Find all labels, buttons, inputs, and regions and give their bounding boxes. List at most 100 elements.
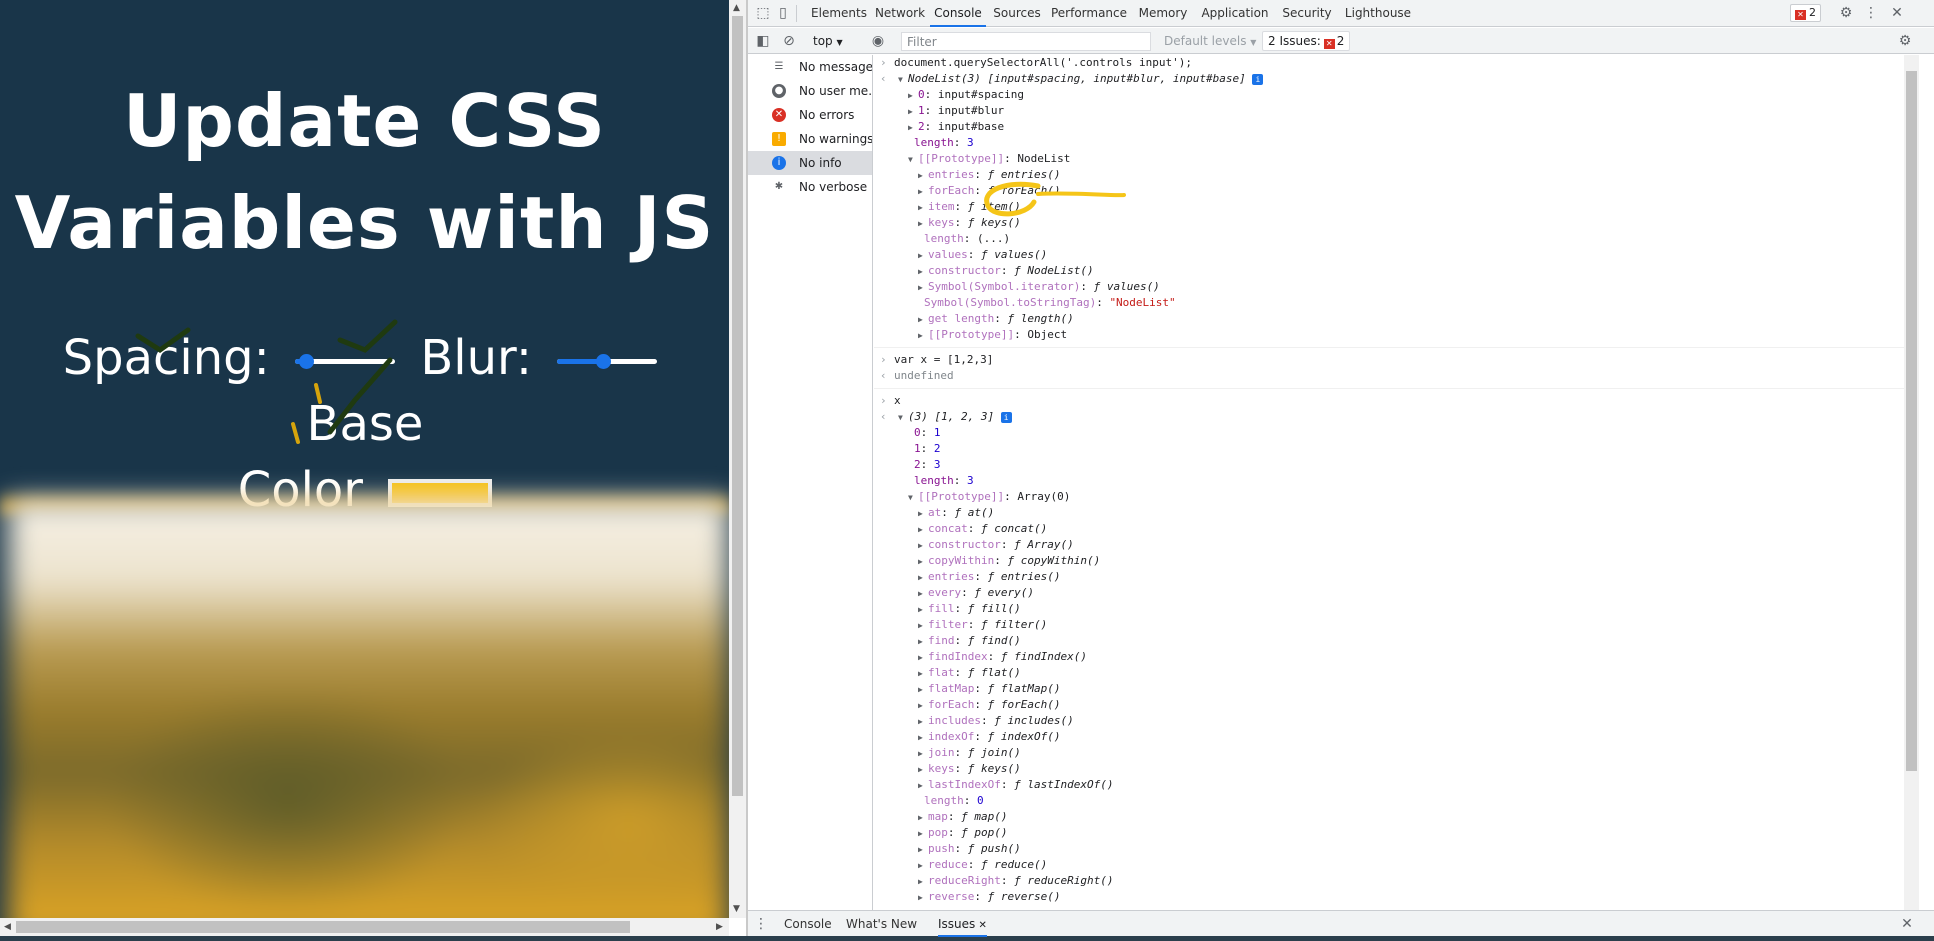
collapsed-triangle-icon[interactable]: ▶: [918, 634, 928, 650]
expanded-triangle-icon[interactable]: ▼: [898, 72, 908, 88]
collapsed-triangle-icon[interactable]: ▶: [918, 826, 928, 842]
collapsed-triangle-icon[interactable]: ▶: [908, 104, 918, 120]
expanded-triangle-icon[interactable]: ▼: [908, 490, 918, 506]
collapsed-triangle-icon[interactable]: ▶: [918, 280, 928, 296]
slider-thumb[interactable]: [299, 354, 315, 369]
collapsed-triangle-icon[interactable]: ▶: [918, 858, 928, 874]
close-drawer-icon[interactable]: ✕: [1898, 915, 1916, 933]
tab-elements[interactable]: Elements: [808, 0, 870, 27]
live-expression-eye-icon[interactable]: ◉: [869, 32, 887, 50]
function-value: entries(): [1000, 570, 1061, 583]
sidebar-item-error[interactable]: ✕ No errors: [748, 103, 872, 127]
drawer-tab-whatsnew[interactable]: What's New: [846, 911, 917, 937]
collapsed-triangle-icon[interactable]: ▶: [918, 730, 928, 746]
collapsed-triangle-icon[interactable]: ▶: [918, 746, 928, 762]
page-horizontal-scrollbar[interactable]: ◀ ▶: [0, 918, 729, 936]
clear-console-icon[interactable]: ⊘: [780, 32, 798, 50]
tab-lighthouse[interactable]: Lighthouse: [1340, 0, 1416, 27]
drawer-tab-console[interactable]: Console: [784, 911, 832, 937]
sidebar-item-bug[interactable]: ✱ No verbose: [748, 175, 872, 199]
scroll-right-arrow-icon[interactable]: ▶: [716, 922, 723, 932]
scroll-left-arrow-icon[interactable]: ◀: [4, 922, 11, 932]
collapsed-triangle-icon[interactable]: ▶: [918, 586, 928, 602]
blur-slider[interactable]: [557, 351, 658, 371]
tab-memory[interactable]: Memory: [1134, 0, 1192, 27]
sidebar-item-info[interactable]: i No info: [748, 151, 872, 175]
slider-thumb[interactable]: [595, 354, 611, 369]
settings-gear-icon[interactable]: ⚙: [1837, 4, 1855, 22]
collapsed-triangle-icon[interactable]: ▶: [918, 714, 928, 730]
collapsed-triangle-icon[interactable]: ▶: [918, 762, 928, 778]
collapsed-triangle-icon[interactable]: ▶: [918, 602, 928, 618]
sidebar-toggle-icon[interactable]: ◧: [754, 32, 772, 50]
close-tab-icon[interactable]: ✕: [975, 920, 986, 931]
collapsed-triangle-icon[interactable]: ▶: [918, 842, 928, 858]
tab-performance[interactable]: Performance: [1048, 0, 1130, 27]
collapsed-triangle-icon[interactable]: ▶: [918, 698, 928, 714]
collapsed-triangle-icon[interactable]: ▶: [918, 506, 928, 522]
spacing-slider[interactable]: [295, 351, 396, 371]
collapsed-triangle-icon[interactable]: ▶: [918, 682, 928, 698]
tab-sources[interactable]: Sources: [990, 0, 1044, 27]
collapsed-triangle-icon[interactable]: ▶: [918, 618, 928, 634]
device-toolbar-icon[interactable]: ▯: [774, 4, 792, 22]
scrollbar-thumb[interactable]: [1906, 71, 1917, 771]
page-vertical-scrollbar[interactable]: ▲ ▼: [729, 0, 746, 918]
prop-key: map: [928, 810, 948, 823]
expanded-triangle-icon[interactable]: ▼: [898, 410, 908, 426]
filter-input[interactable]: [901, 32, 1151, 51]
collapsed-triangle-icon[interactable]: ▶: [918, 248, 928, 264]
tab-console[interactable]: Console: [930, 0, 986, 27]
scroll-down-arrow-icon[interactable]: ▼: [733, 904, 740, 914]
collapsed-triangle-icon[interactable]: ▶: [918, 890, 928, 906]
close-devtools-icon[interactable]: ✕: [1888, 4, 1906, 22]
drawer-tab-issues[interactable]: Issues ✕: [938, 911, 987, 937]
tab-security[interactable]: Security: [1278, 0, 1336, 27]
function-value: concat(): [994, 522, 1048, 535]
sidebar-item-user[interactable]: ● No user me...: [748, 79, 872, 103]
drawer-menu-icon[interactable]: ⋮: [752, 915, 770, 933]
log-levels-dropdown[interactable]: Default levels ▼: [1164, 32, 1256, 50]
console-settings-gear-icon[interactable]: ⚙: [1896, 32, 1914, 50]
scrollbar-thumb[interactable]: [732, 16, 743, 796]
collapsed-triangle-icon[interactable]: ▶: [908, 120, 918, 136]
error-count-badge[interactable]: ✕ 2: [1790, 4, 1821, 22]
colon: :: [994, 312, 1008, 325]
scrollbar-thumb[interactable]: [16, 921, 630, 933]
error-icon: ✕: [772, 108, 786, 122]
collapsed-triangle-icon[interactable]: ▶: [918, 522, 928, 538]
collapsed-triangle-icon[interactable]: ▶: [918, 168, 928, 184]
collapsed-triangle-icon[interactable]: ▶: [908, 88, 918, 104]
collapsed-triangle-icon[interactable]: ▶: [918, 538, 928, 554]
context-selector[interactable]: top ▼: [813, 32, 843, 50]
expanded-triangle-icon[interactable]: ▼: [908, 152, 918, 168]
more-options-icon[interactable]: ⋮: [1862, 4, 1880, 22]
colon: :: [974, 730, 988, 743]
issues-button[interactable]: 2 Issues: ✕ 2: [1262, 31, 1351, 51]
collapsed-triangle-icon[interactable]: ▶: [918, 874, 928, 890]
collapsed-triangle-icon[interactable]: ▶: [918, 650, 928, 666]
collapsed-triangle-icon[interactable]: ▶: [918, 328, 928, 344]
collapsed-triangle-icon[interactable]: ▶: [918, 264, 928, 280]
prop-key: [[Prototype]]: [918, 490, 1005, 503]
collapsed-triangle-icon[interactable]: ▶: [918, 778, 928, 794]
console-scrollbar[interactable]: [1904, 55, 1919, 910]
colon: :: [1004, 152, 1018, 165]
collapsed-triangle-icon[interactable]: ▶: [918, 810, 928, 826]
collapsed-triangle-icon[interactable]: ▶: [918, 666, 928, 682]
tab-network[interactable]: Network: [874, 0, 926, 27]
collapsed-triangle-icon[interactable]: ▶: [918, 554, 928, 570]
collapsed-triangle-icon[interactable]: ▶: [918, 184, 928, 200]
tab-application[interactable]: Application: [1196, 0, 1274, 27]
collapsed-triangle-icon[interactable]: ▶: [918, 200, 928, 216]
sidebar-item-label: No verbose: [799, 180, 868, 194]
inspect-element-icon[interactable]: ⬚: [754, 4, 772, 22]
collapsed-triangle-icon[interactable]: ▶: [918, 312, 928, 328]
sidebar-item-warning[interactable]: ! No warnings: [748, 127, 872, 151]
collapsed-triangle-icon[interactable]: ▶: [918, 570, 928, 586]
sidebar-item-list[interactable]: ☰ No messages: [748, 55, 872, 79]
collapsed-triangle-icon[interactable]: ▶: [918, 216, 928, 232]
scroll-up-arrow-icon[interactable]: ▲: [733, 3, 740, 13]
prop-key: 2: [914, 458, 921, 471]
